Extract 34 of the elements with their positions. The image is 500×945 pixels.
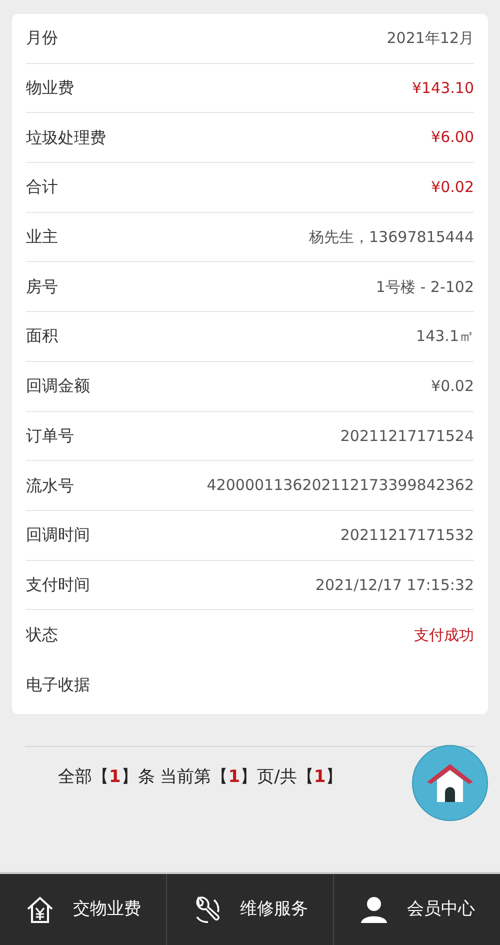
pagination-text: 全部【1】条 当前第【1】页/共【1】 (58, 766, 343, 789)
field-value: 4200001136202112173399842362 (206, 475, 474, 496)
field-value: 支付成功 (414, 624, 474, 646)
field-label: 订单号 (26, 424, 74, 447)
house-icon (425, 762, 475, 804)
house-yen-icon (25, 894, 55, 924)
field-value: ¥143.10 (412, 78, 474, 99)
field-value: 1号楼 - 2-102 (376, 276, 474, 298)
field-value: 20211217171532 (340, 524, 474, 546)
nav-tab[interactable]: 会员中心 (333, 874, 500, 945)
field-label: 流水号 (26, 474, 74, 497)
field-label: 业主 (26, 226, 58, 248)
nav-tab[interactable]: 交物业费 (0, 874, 166, 945)
field-label: 状态 (26, 624, 58, 646)
field-label: 物业费 (26, 77, 74, 100)
field-label: 垃圾处理费 (26, 126, 106, 149)
field-label: 回调金额 (26, 375, 90, 398)
field-label: 支付时间 (26, 574, 90, 596)
field-value: ¥0.02 (431, 177, 474, 198)
field-value: ¥0.02 (431, 376, 474, 397)
field-value: 杨先生，13697815444 (309, 226, 474, 248)
field-label: 电子收据 (26, 674, 90, 696)
field-value: 2021/12/17 17:15:32 (315, 574, 474, 596)
field-value: 2021年12月 (386, 28, 474, 50)
person-icon (359, 894, 389, 924)
field-label: 回调时间 (26, 524, 90, 546)
field-value: 20211217171524 (340, 426, 474, 447)
field-label: 房号 (26, 276, 58, 298)
field-label: 月份 (26, 27, 58, 50)
field-label: 合计 (26, 176, 58, 198)
field-value: 143.1㎡ (416, 326, 474, 348)
field-value: ¥6.00 (431, 127, 474, 148)
nav-tab[interactable]: 维修服务 (166, 874, 333, 945)
field-label: 面积 (26, 325, 58, 348)
